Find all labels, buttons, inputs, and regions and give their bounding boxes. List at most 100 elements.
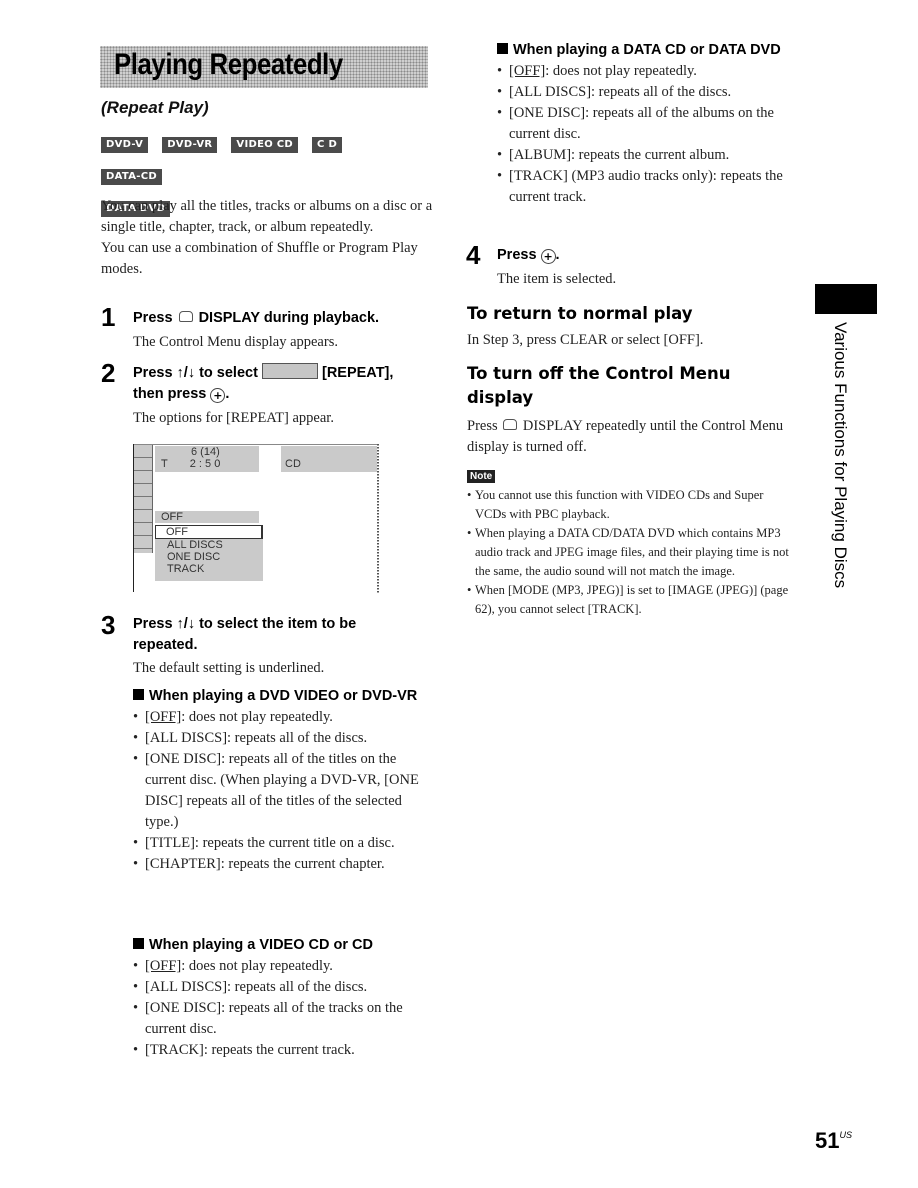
step-body: The options for [REPEAT] appear. (133, 410, 334, 426)
note-item: You cannot use this function with VIDEO … (467, 486, 792, 524)
option-key: [ONE DISC] (145, 1000, 222, 1016)
option-description: : repeats the current album. (571, 147, 730, 163)
option-key: [ALL DISCS] (145, 979, 228, 995)
list-item: [OFF]: does not play repeatedly. (133, 707, 433, 728)
option-key: [ALL DISCS] (145, 730, 228, 746)
step-heading-text: [REPEAT], (321, 365, 394, 381)
step-heading: Press +. (497, 247, 560, 264)
note-item: When [MODE (MP3, JPEG)] is set to [IMAGE… (467, 581, 792, 619)
osd-time: 2 : 5 0 (189, 458, 221, 470)
section-heading-text: When playing a VIDEO CD or CD (149, 937, 373, 953)
option-key: [TRACK] (509, 168, 568, 184)
list-item: [ALBUM]: repeats the current album. (497, 145, 797, 166)
list-item: [ONE DISC]: repeats all of the albums on… (497, 103, 797, 145)
option-key: [TITLE] (145, 835, 195, 851)
option-list: [OFF]: does not play repeatedly.[ALL DIS… (133, 956, 433, 1061)
step-body: The default setting is underlined. (133, 660, 325, 676)
note-label: Note (467, 466, 496, 484)
step-heading: Press DISPLAY during playback. (133, 308, 443, 329)
note-badge: Note (467, 470, 496, 483)
section-heading-text: When playing a DATA CD or DATA DVD (513, 42, 781, 58)
page-subtitle: (Repeat Play) (101, 98, 209, 117)
option-key: [OFF] (145, 709, 182, 725)
osd-option-all-discs[interactable]: ALL DISCS (155, 539, 263, 551)
osd-disc-type: CD (285, 458, 301, 470)
list-item: [ONE DISC]: repeats all of the titles on… (133, 749, 433, 833)
step-heading-text: Press (133, 310, 173, 326)
osd-option-one-disc[interactable]: ONE DISC (155, 551, 263, 563)
step-heading: Press ↑/↓ to select [REPEAT], then press… (133, 363, 394, 403)
osd-menu-icons (134, 445, 153, 553)
step-number: 3 (101, 610, 116, 640)
step-body: The Control Menu display appears. (133, 334, 338, 350)
osd-chapter: 6 (14) (191, 446, 220, 458)
step-number: 2 (101, 358, 116, 388)
return-normal-body: In Step 3, press CLEAR or select [OFF]. (467, 332, 704, 348)
side-tab-label: Various Functions for Playing Discs (831, 322, 850, 589)
list-item: [ONE DISC]: repeats all of the tracks on… (133, 998, 433, 1040)
note-item: When playing a DATA CD/DATA DVD which co… (467, 524, 792, 581)
osd-current-setting: OFF (155, 511, 259, 523)
list-item: [TRACK] (MP3 audio tracks only): repeats… (497, 166, 797, 208)
control-menu-illustration: 6 (14) T 2 : 5 0 CD OFF OFF ALL DISCS ONE… (133, 444, 379, 594)
step-heading-text: DISPLAY during playback. (198, 310, 380, 326)
step-number: 4 (466, 240, 481, 270)
repeat-icon (261, 363, 318, 379)
square-bullet-icon (133, 689, 144, 700)
section-heading: When playing a DVD VIDEO or DVD-VR (133, 686, 433, 707)
list-item: [OFF]: does not play repeatedly. (133, 956, 433, 977)
section-heading-text: When playing a DVD VIDEO or DVD-VR (149, 688, 418, 704)
return-normal-heading: To return to normal play (467, 304, 693, 323)
option-description: : repeats all of the discs. (227, 730, 368, 746)
badge-dvd-v: DVD-V (101, 137, 149, 153)
option-key: [OFF] (509, 63, 546, 79)
option-description: : does not play repeatedly. (181, 958, 333, 974)
option-key: [CHAPTER] (145, 856, 221, 872)
turn-off-heading: To turn off the Control Menu display (467, 364, 731, 407)
option-description: : does not play repeatedly. (181, 709, 333, 725)
list-item: [ALL DISCS]: repeats all of the discs. (133, 728, 433, 749)
option-key: [TRACK] (145, 1042, 204, 1058)
page-number-value: 51 (815, 1128, 840, 1153)
list-item: [CHAPTER]: repeats the current chapter. (133, 854, 433, 875)
list-item: [ALL DISCS]: repeats all of the discs. (497, 82, 797, 103)
list-item: [ALL DISCS]: repeats all of the discs. (133, 977, 433, 998)
option-list: [OFF]: does not play repeatedly.[ALL DIS… (497, 61, 797, 208)
osd-options: OFF ALL DISCS ONE DISC TRACK (155, 525, 263, 581)
option-description: : repeats all of the discs. (227, 979, 368, 995)
section-dvd: When playing a DVD VIDEO or DVD-VR [OFF]… (133, 686, 433, 875)
note-section: You cannot use this function with VIDEO … (467, 486, 792, 619)
page-number: 51US (815, 1128, 852, 1154)
step-heading-text: Press ↑/↓ to select (133, 365, 258, 381)
step-heading-text: then press (133, 386, 207, 402)
option-key: [ALBUM] (509, 147, 572, 163)
option-key: [ONE DISC] (509, 105, 586, 121)
square-bullet-icon (497, 43, 508, 54)
osd-disc-info: CD (281, 446, 377, 472)
display-button-icon (503, 419, 518, 430)
intro-paragraph: You can use a combination of Shuffle or … (101, 240, 418, 277)
display-button-icon (178, 311, 193, 322)
badge-cd: C D (312, 137, 343, 153)
turn-off-text: Press (467, 418, 498, 434)
step-heading-text: Press (497, 247, 537, 263)
section-vcd: When playing a VIDEO CD or CD [OFF]: doe… (133, 935, 433, 1061)
option-description: : repeats the current chapter. (220, 856, 385, 872)
badge-video-cd: VIDEO CD (231, 137, 299, 153)
option-description: : repeats the current track. (203, 1042, 355, 1058)
note-list: You cannot use this function with VIDEO … (467, 486, 792, 619)
step-body: The item is selected. (497, 271, 617, 287)
osd-track-label: T (161, 458, 168, 470)
osd-option-off[interactable]: OFF (155, 525, 263, 539)
list-item: [OFF]: does not play repeatedly. (497, 61, 797, 82)
section-tab-marker (815, 284, 877, 314)
square-bullet-icon (133, 938, 144, 949)
section-heading: When playing a DATA CD or DATA DVD (497, 40, 797, 61)
option-description: : does not play repeatedly. (545, 63, 697, 79)
intro-text: You can play all the titles, tracks or a… (101, 196, 441, 280)
badge-data-cd: DATA-CD (101, 169, 162, 185)
option-key: [ALL DISCS] (509, 84, 592, 100)
option-key: [OFF] (145, 958, 182, 974)
osd-option-track[interactable]: TRACK (155, 563, 263, 575)
page-title: Playing Repeatedly (114, 48, 343, 81)
